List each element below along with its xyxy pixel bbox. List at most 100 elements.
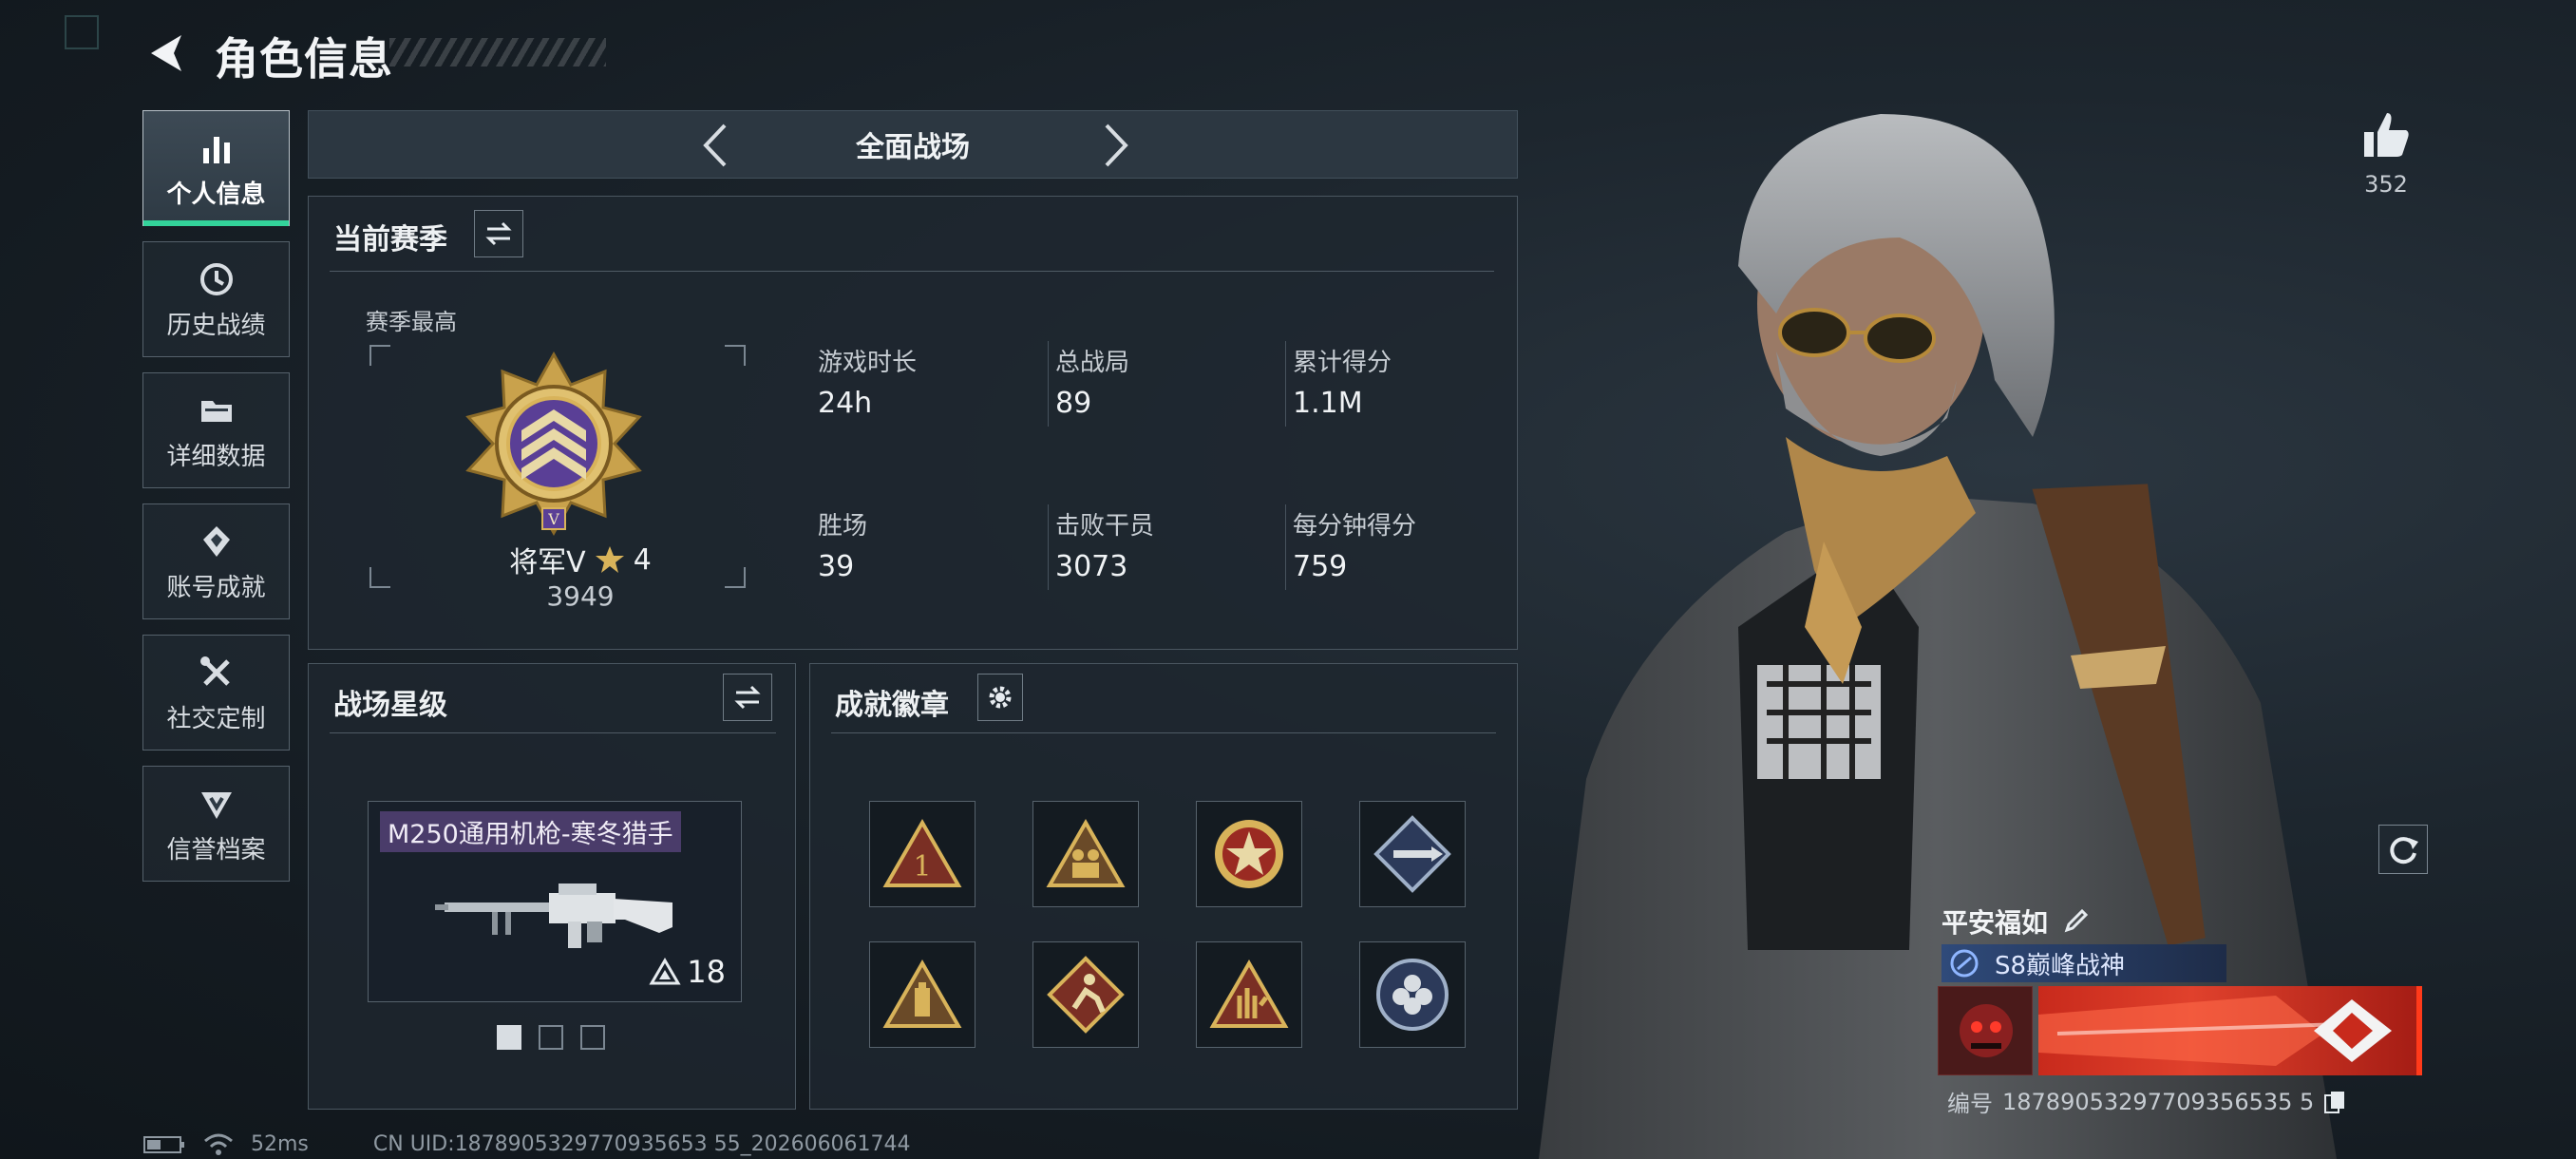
star-level-switch-button[interactable] <box>723 674 772 721</box>
season-switch-button[interactable] <box>474 210 523 257</box>
stat-value: 3073 <box>1055 550 1128 583</box>
weapon-level: 18 <box>649 954 726 990</box>
swap-icon <box>734 685 761 710</box>
stat-label: 累计得分 <box>1293 349 1392 377</box>
wifi-icon <box>204 1133 233 1155</box>
credit-icon <box>196 783 237 825</box>
weapon-name: M250通用机枪-寒冬猎手 <box>380 811 681 852</box>
edit-pencil-icon[interactable] <box>2061 907 2090 936</box>
star-level-title: 战场星级 <box>333 689 447 722</box>
star-icon <box>595 546 624 573</box>
rank-emblem: V <box>461 351 647 537</box>
sidebar-item-label: 信誉档案 <box>166 835 266 864</box>
prev-mode-button[interactable] <box>691 117 738 174</box>
folder-icon <box>196 390 237 431</box>
player-name-row: 平安福如 <box>1941 902 2090 940</box>
svg-text:V: V <box>547 510 559 528</box>
badge-runner-icon <box>1047 956 1125 1034</box>
achievements-settings-button[interactable] <box>977 674 1023 721</box>
gear-icon <box>989 686 1012 709</box>
weapon-level-value: 18 <box>687 954 726 990</box>
rank-stars: 4 <box>633 542 652 577</box>
stat-value: 24h <box>818 387 873 420</box>
player-id-row: 编号 18789053297709356535 5 <box>1947 1085 2346 1118</box>
rank-points: 3949 <box>546 580 615 612</box>
season-title: 当前赛季 <box>333 223 447 256</box>
sidebar-item-detail-data[interactable]: 详细数据 <box>142 372 290 488</box>
player-avatar[interactable] <box>1938 986 2033 1075</box>
achievement-badge-7[interactable] <box>1196 941 1302 1048</box>
badge-flower-icon <box>1376 959 1449 1031</box>
stat-value: 759 <box>1293 550 1348 583</box>
sidebar-item-history[interactable]: 历史战绩 <box>142 241 290 357</box>
ping-value: 52ms <box>251 1132 309 1156</box>
rank-name: 将军V <box>509 546 586 580</box>
back-button[interactable] <box>142 27 190 80</box>
achievement-badge-6[interactable] <box>1032 941 1139 1048</box>
star-level-panel: 战场星级 M250通用机枪-寒冬猎手 18 <box>308 663 796 1110</box>
badge-ammo-icon <box>882 960 962 1028</box>
chevron-right-icon <box>1105 124 1128 167</box>
machine-gun-image <box>435 884 672 948</box>
achievements-title: 成就徽章 <box>835 689 949 722</box>
hawk-namecard-image <box>2038 986 2422 1075</box>
battery-icon <box>143 1135 184 1153</box>
like-count: 352 <box>2364 171 2408 198</box>
refresh-icon <box>2390 837 2418 864</box>
achievement-badge-2[interactable] <box>1032 801 1139 907</box>
achievement-badge-4[interactable] <box>1359 801 1466 907</box>
sidebar-item-label: 历史战绩 <box>166 311 266 340</box>
season-emblem-icon <box>1950 949 1979 978</box>
page-dot-active[interactable] <box>497 1025 521 1050</box>
sidebar-item-achievements[interactable]: 账号成就 <box>142 504 290 619</box>
tools-icon <box>196 652 237 694</box>
achievement-badge-3[interactable] <box>1196 801 1302 907</box>
player-namecard[interactable] <box>2038 986 2422 1075</box>
swap-icon <box>485 221 512 246</box>
stat-value: 89 <box>1055 387 1092 420</box>
sidebar-item-label: 个人信息 <box>166 180 266 209</box>
sidebar-item-credit-record[interactable]: 信誉档案 <box>142 766 290 882</box>
title-badge-text: S8巅峰战神 <box>1995 951 2126 980</box>
thumbs-up-icon <box>2364 113 2409 157</box>
title-decoration <box>389 38 606 66</box>
achievements-panel: 成就徽章 1 <box>809 663 1518 1110</box>
status-bar: 52ms CN UID:1878905329770935653 55_20260… <box>142 1132 911 1156</box>
rotate-view-button[interactable] <box>2378 825 2428 874</box>
player-id-label: 编号 <box>1947 1091 1993 1117</box>
sidebar-item-label: 详细数据 <box>166 442 266 471</box>
page-dot[interactable] <box>580 1025 605 1050</box>
season-panel: 当前赛季 赛季最高 V 将军V 4 3949 游戏时长 24h 总战局 89 累… <box>308 196 1518 650</box>
bar-chart-icon <box>196 127 237 169</box>
level-chevron-icon <box>649 958 681 985</box>
sidebar-item-personal-info[interactable]: 个人信息 <box>142 110 290 226</box>
sidebar-item-label: 账号成就 <box>166 573 266 602</box>
weapon-card[interactable]: M250通用机枪-寒冬猎手 18 <box>368 801 742 1002</box>
stat-label: 总战局 <box>1055 349 1130 377</box>
mode-selector: 全面战场 <box>308 110 1518 179</box>
badge-hand-sign-icon <box>1209 960 1289 1028</box>
badge-soldiers-icon <box>1046 819 1126 887</box>
achievement-badge-8[interactable] <box>1359 941 1466 1048</box>
sidebar-item-social-custom[interactable]: 社交定制 <box>142 635 290 750</box>
mode-label: 全面战场 <box>856 131 970 164</box>
copy-icon[interactable] <box>2323 1090 2346 1114</box>
page-dot[interactable] <box>539 1025 563 1050</box>
next-mode-button[interactable] <box>1093 117 1141 174</box>
rank-name-row: 将军V 4 <box>476 539 685 580</box>
stat-value: 39 <box>818 550 855 583</box>
like-button[interactable] <box>2356 104 2416 165</box>
player-id-value: 18789053297709356535 5 <box>2002 1088 2315 1115</box>
player-name: 平安福如 <box>1941 907 2049 939</box>
svg-text:1: 1 <box>913 850 931 884</box>
chevron-left-icon <box>703 124 727 167</box>
stat-label: 游戏时长 <box>818 349 918 377</box>
season-best-label: 赛季最高 <box>366 309 457 335</box>
achievement-icon <box>196 521 237 562</box>
stat-label: 胜场 <box>818 512 868 541</box>
stat-value: 1.1M <box>1293 387 1363 420</box>
page-title: 角色信息 <box>215 33 393 85</box>
achievement-badge-5[interactable] <box>869 941 975 1048</box>
uid-text: CN UID:1878905329770935653 55_2026060617… <box>372 1132 911 1156</box>
achievement-badge-1[interactable]: 1 <box>869 801 975 907</box>
